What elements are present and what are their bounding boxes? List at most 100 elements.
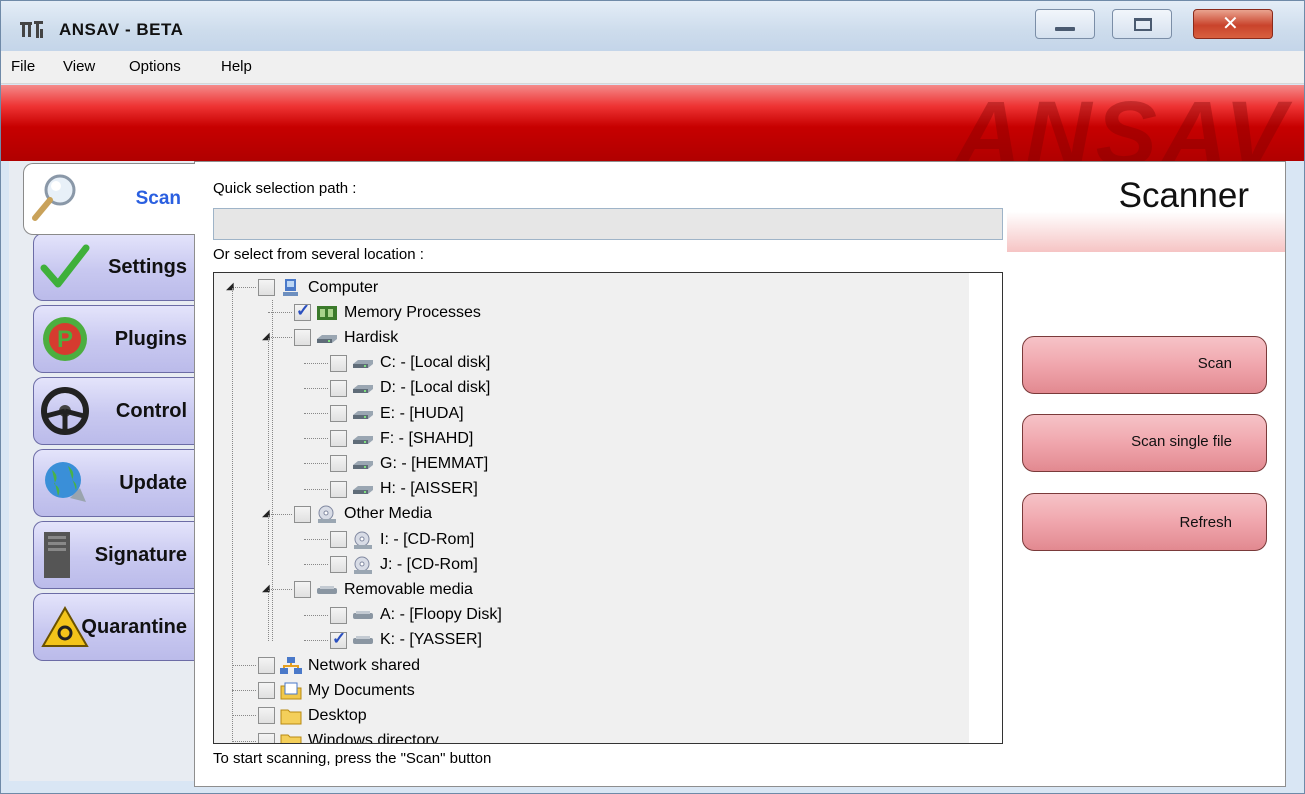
tree-viewport: ◢ Computer Memory Processes ◢ Hardisk C: - [L… — [214, 273, 969, 743]
tree-node[interactable]: A: - [Floopy Disk] — [330, 603, 502, 628]
tree-checkbox[interactable] — [330, 405, 347, 422]
scanner-header: Scanner — [1007, 162, 1285, 252]
tree-scrollbar-area[interactable] — [969, 273, 1002, 743]
tree-connector — [304, 438, 328, 440]
tree-checkbox[interactable] — [330, 556, 347, 574]
removable-drive-icon — [316, 581, 338, 599]
tree-node[interactable]: I: - [CD-Rom] — [330, 527, 474, 552]
tab-scan[interactable]: Scan — [23, 163, 195, 235]
location-tree[interactable]: ◢ Computer Memory Processes ◢ Hardisk C: - [L… — [213, 272, 1003, 744]
tree-checkbox[interactable] — [294, 505, 311, 523]
tree-node[interactable]: My Documents — [258, 678, 415, 703]
tree-node[interactable]: K: - [YASSER] — [330, 628, 482, 653]
tree-node[interactable]: C: - [Local disk] — [330, 351, 490, 376]
network-icon — [280, 656, 302, 675]
tree-connector — [232, 715, 256, 717]
tree-guide-line — [272, 300, 273, 641]
tab-control[interactable]: Control — [33, 377, 195, 445]
tree-expander[interactable]: ◢ — [262, 584, 272, 594]
tree-node[interactable]: Memory Processes — [294, 300, 481, 325]
tree-checkbox[interactable] — [330, 455, 347, 473]
tree-node[interactable]: E: - [HUDA] — [330, 401, 464, 426]
tree-node-label: C: - [Local disk] — [380, 354, 491, 372]
drive-icon — [352, 430, 374, 448]
tree-node-label: Network shared — [308, 656, 421, 674]
tree-node[interactable]: Removable media — [294, 577, 473, 602]
tree-expander[interactable]: ◢ — [226, 282, 236, 292]
close-icon: ✕ — [1222, 11, 1239, 35]
tree-checkbox[interactable] — [258, 707, 275, 725]
tree-node[interactable]: D: - [Local disk] — [330, 376, 490, 401]
tree-checkbox[interactable] — [258, 279, 275, 296]
scanner-title: Scanner — [1118, 176, 1249, 215]
scan-single-file-button[interactable]: Scan single file — [1022, 414, 1267, 472]
tree-node[interactable]: Other Media — [294, 502, 432, 527]
tab-plugins[interactable]: P Plugins — [33, 305, 195, 373]
minimize-button[interactable] — [1035, 9, 1095, 39]
tree-checkbox[interactable] — [294, 329, 311, 347]
tree-guide-line — [268, 338, 269, 490]
tree-node[interactable]: Desktop — [258, 703, 367, 728]
tree-node[interactable]: H: - [AISSER] — [330, 477, 478, 502]
locations-label: Or select from several location : — [213, 246, 424, 263]
tree-connector — [304, 488, 328, 490]
drive-icon — [352, 455, 374, 473]
tree-checkbox[interactable] — [330, 531, 347, 548]
tree-checkbox[interactable] — [330, 606, 347, 624]
checkmark-icon — [40, 244, 90, 288]
tree-connector — [304, 362, 328, 364]
tree-checkbox[interactable] — [330, 379, 347, 397]
tree-node[interactable]: Computer — [258, 275, 378, 300]
tree-node[interactable]: Network shared — [258, 653, 420, 678]
tree-checkbox[interactable] — [330, 354, 347, 372]
refresh-button[interactable]: Refresh — [1022, 493, 1267, 551]
tab-update[interactable]: Update — [33, 449, 195, 517]
tree-checkbox[interactable] — [330, 430, 347, 448]
tree-node[interactable]: G: - [HEMMAT] — [330, 451, 488, 476]
tree-connector — [304, 614, 328, 616]
tree-checkbox[interactable] — [294, 581, 311, 599]
tree-expander[interactable]: ◢ — [262, 332, 272, 342]
close-button[interactable]: ✕ — [1193, 9, 1273, 39]
tab-signature[interactable]: Signature — [33, 521, 195, 589]
header-banner: ANSAV — [1, 85, 1304, 161]
memory-icon — [316, 304, 338, 322]
menu-help[interactable]: Help — [221, 58, 252, 75]
tree-node-label: E: - [HUDA] — [380, 404, 464, 422]
tree-node[interactable]: J: - [CD-Rom] — [330, 552, 478, 577]
quick-path-input[interactable] — [213, 208, 1003, 240]
tree-checkbox[interactable] — [258, 732, 275, 743]
tab-settings[interactable]: Settings — [33, 233, 195, 301]
menu-options[interactable]: Options — [129, 58, 181, 75]
tree-node[interactable]: Hardisk — [294, 325, 398, 350]
tree-node[interactable]: Windows directory — [258, 729, 439, 743]
tree-checkbox[interactable] — [294, 301, 311, 322]
drive-icon — [352, 480, 374, 498]
cdrom-icon — [352, 531, 374, 549]
menu-view[interactable]: View — [63, 58, 95, 75]
tree-checkbox[interactable] — [258, 682, 275, 700]
tree-node-label: F: - [SHAHD] — [380, 429, 474, 447]
tree-connector — [304, 564, 328, 566]
database-icon — [44, 532, 70, 578]
title-bar[interactable]: ANSAV - BETA ✕ — [1, 1, 1304, 51]
drive-icon — [316, 329, 338, 347]
tree-expander[interactable]: ◢ — [262, 508, 272, 519]
tree-checkbox[interactable] — [330, 629, 347, 649]
tree-node-label: D: - [Local disk] — [380, 379, 491, 397]
tree-checkbox[interactable] — [330, 480, 347, 498]
tab-quarantine[interactable]: Quarantine — [33, 593, 195, 661]
tree-guide-line — [232, 288, 233, 742]
tab-quarantine-label: Quarantine — [81, 616, 187, 638]
tree-checkbox[interactable] — [258, 657, 275, 674]
documents-folder-icon — [280, 682, 302, 700]
scan-button[interactable]: Scan — [1022, 336, 1267, 394]
computer-icon — [280, 278, 302, 297]
tree-connector — [232, 665, 256, 666]
maximize-button[interactable] — [1112, 9, 1172, 39]
menu-file[interactable]: File — [11, 58, 35, 75]
globe-icon — [45, 462, 86, 502]
tree-node-label: A: - [Floopy Disk] — [380, 606, 502, 624]
steering-wheel-icon — [41, 387, 89, 435]
tree-node[interactable]: F: - [SHAHD] — [330, 426, 473, 451]
